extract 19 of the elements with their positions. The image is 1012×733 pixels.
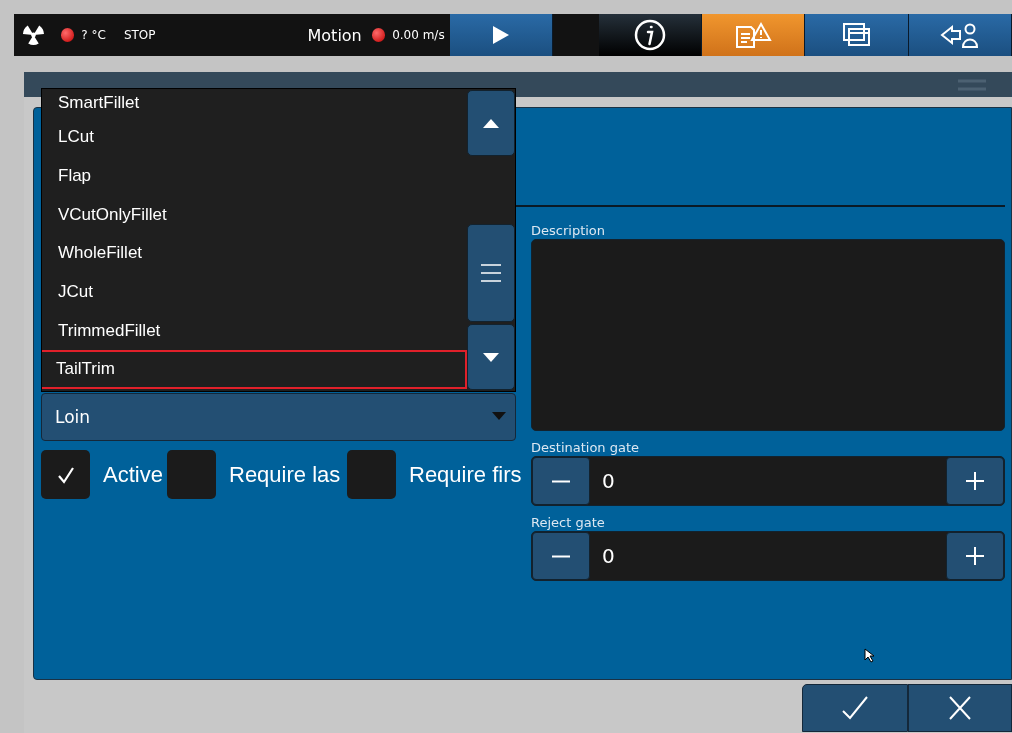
field-label: Description (531, 223, 607, 238)
field-label: Reject gate (531, 515, 606, 530)
checkbox-label: Active (102, 461, 164, 488)
list-item[interactable]: SmartFillet (42, 89, 468, 118)
type-dropdown[interactable]: Loin (41, 393, 516, 441)
state-text: STOP (123, 28, 156, 42)
motion-label: Motion (307, 25, 362, 45)
list-item[interactable]: TrimmedFillet (42, 311, 468, 351)
list-item[interactable]: Flap (42, 156, 468, 196)
checkbox-label: Require las (228, 461, 342, 488)
speed-text: 0.00 m/s (392, 28, 445, 42)
list-item[interactable]: TailTrim (42, 350, 468, 389)
checkbox-label: Require firs (408, 461, 523, 488)
field-label: Destination gate (531, 440, 641, 455)
list-item[interactable]: JCut (42, 272, 468, 312)
temperature-text: ? °C (81, 28, 106, 42)
list-item[interactable]: WholeFillet (42, 234, 468, 273)
list-item[interactable]: VCutOnlyFillet (42, 195, 468, 235)
list-item[interactable]: LCut (42, 118, 468, 157)
